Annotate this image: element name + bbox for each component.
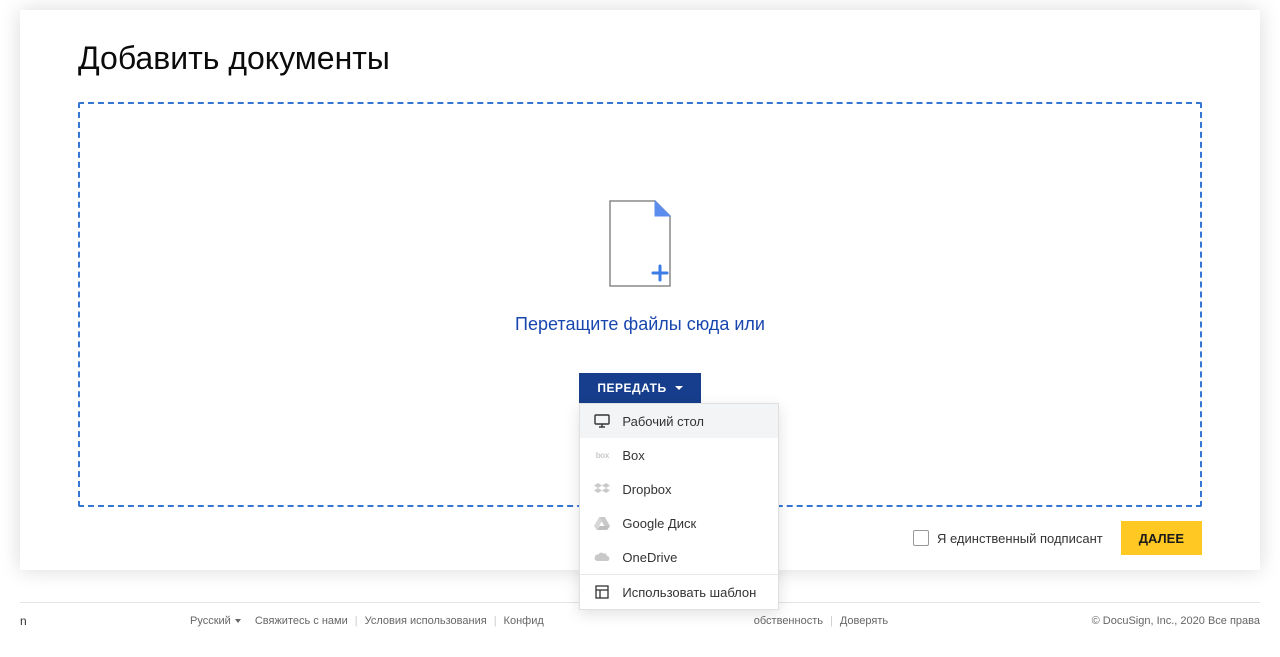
footer-link[interactable]: Конфид	[504, 615, 544, 627]
upload-button-label: ПЕРЕДАТЬ	[597, 381, 666, 395]
onedrive-icon	[594, 549, 610, 565]
footer-link[interactable]: Условия использования	[365, 615, 487, 627]
language-selector[interactable]: Русский	[190, 615, 241, 627]
next-button[interactable]: ДАЛЕЕ	[1121, 521, 1202, 555]
dropdown-item-template[interactable]: Использовать шаблон	[580, 574, 778, 609]
desktop-icon	[594, 413, 610, 429]
box-icon: box	[594, 447, 610, 463]
dropdown-item-box[interactable]: box Box	[580, 438, 778, 472]
dropdown-item-label: Dropbox	[622, 482, 671, 497]
page-title: Добавить документы	[78, 40, 1202, 77]
document-icon	[600, 196, 680, 296]
google-drive-icon	[594, 515, 610, 531]
footer-link[interactable]: Свяжитесь с нами	[255, 615, 348, 627]
drop-instruction: Перетащите файлы сюда или	[515, 314, 765, 335]
dropbox-icon	[594, 481, 610, 497]
upload-source-dropdown: Рабочий стол box Box Dropbox Google	[579, 403, 779, 610]
footer-link[interactable]: Доверять	[840, 615, 888, 627]
dropdown-item-label: Рабочий стол	[622, 414, 704, 429]
upload-button[interactable]: ПЕРЕДАТЬ	[579, 373, 700, 403]
dropdown-item-desktop[interactable]: Рабочий стол	[580, 404, 778, 438]
dropdown-item-label: Использовать шаблон	[622, 585, 756, 600]
copyright: © DocuSign, Inc., 2020 Все права	[1092, 615, 1260, 627]
chevron-down-icon	[235, 619, 241, 623]
dropdown-item-gdrive[interactable]: Google Диск	[580, 506, 778, 540]
single-signer-checkbox[interactable]	[913, 530, 929, 546]
template-icon	[594, 584, 610, 600]
single-signer-label: Я единственный подписант	[937, 531, 1103, 546]
dropzone[interactable]: Перетащите файлы сюда или ПЕРЕДАТЬ Рабоч…	[78, 102, 1202, 507]
dropdown-item-onedrive[interactable]: OneDrive	[580, 540, 778, 574]
dropdown-item-label: OneDrive	[622, 550, 677, 565]
footer-left-stub: n	[20, 614, 27, 628]
dropdown-item-dropbox[interactable]: Dropbox	[580, 472, 778, 506]
dropdown-item-label: Google Диск	[622, 516, 696, 531]
chevron-down-icon	[675, 386, 683, 390]
dropdown-item-label: Box	[622, 448, 644, 463]
footer-link[interactable]: обственность	[754, 615, 823, 627]
